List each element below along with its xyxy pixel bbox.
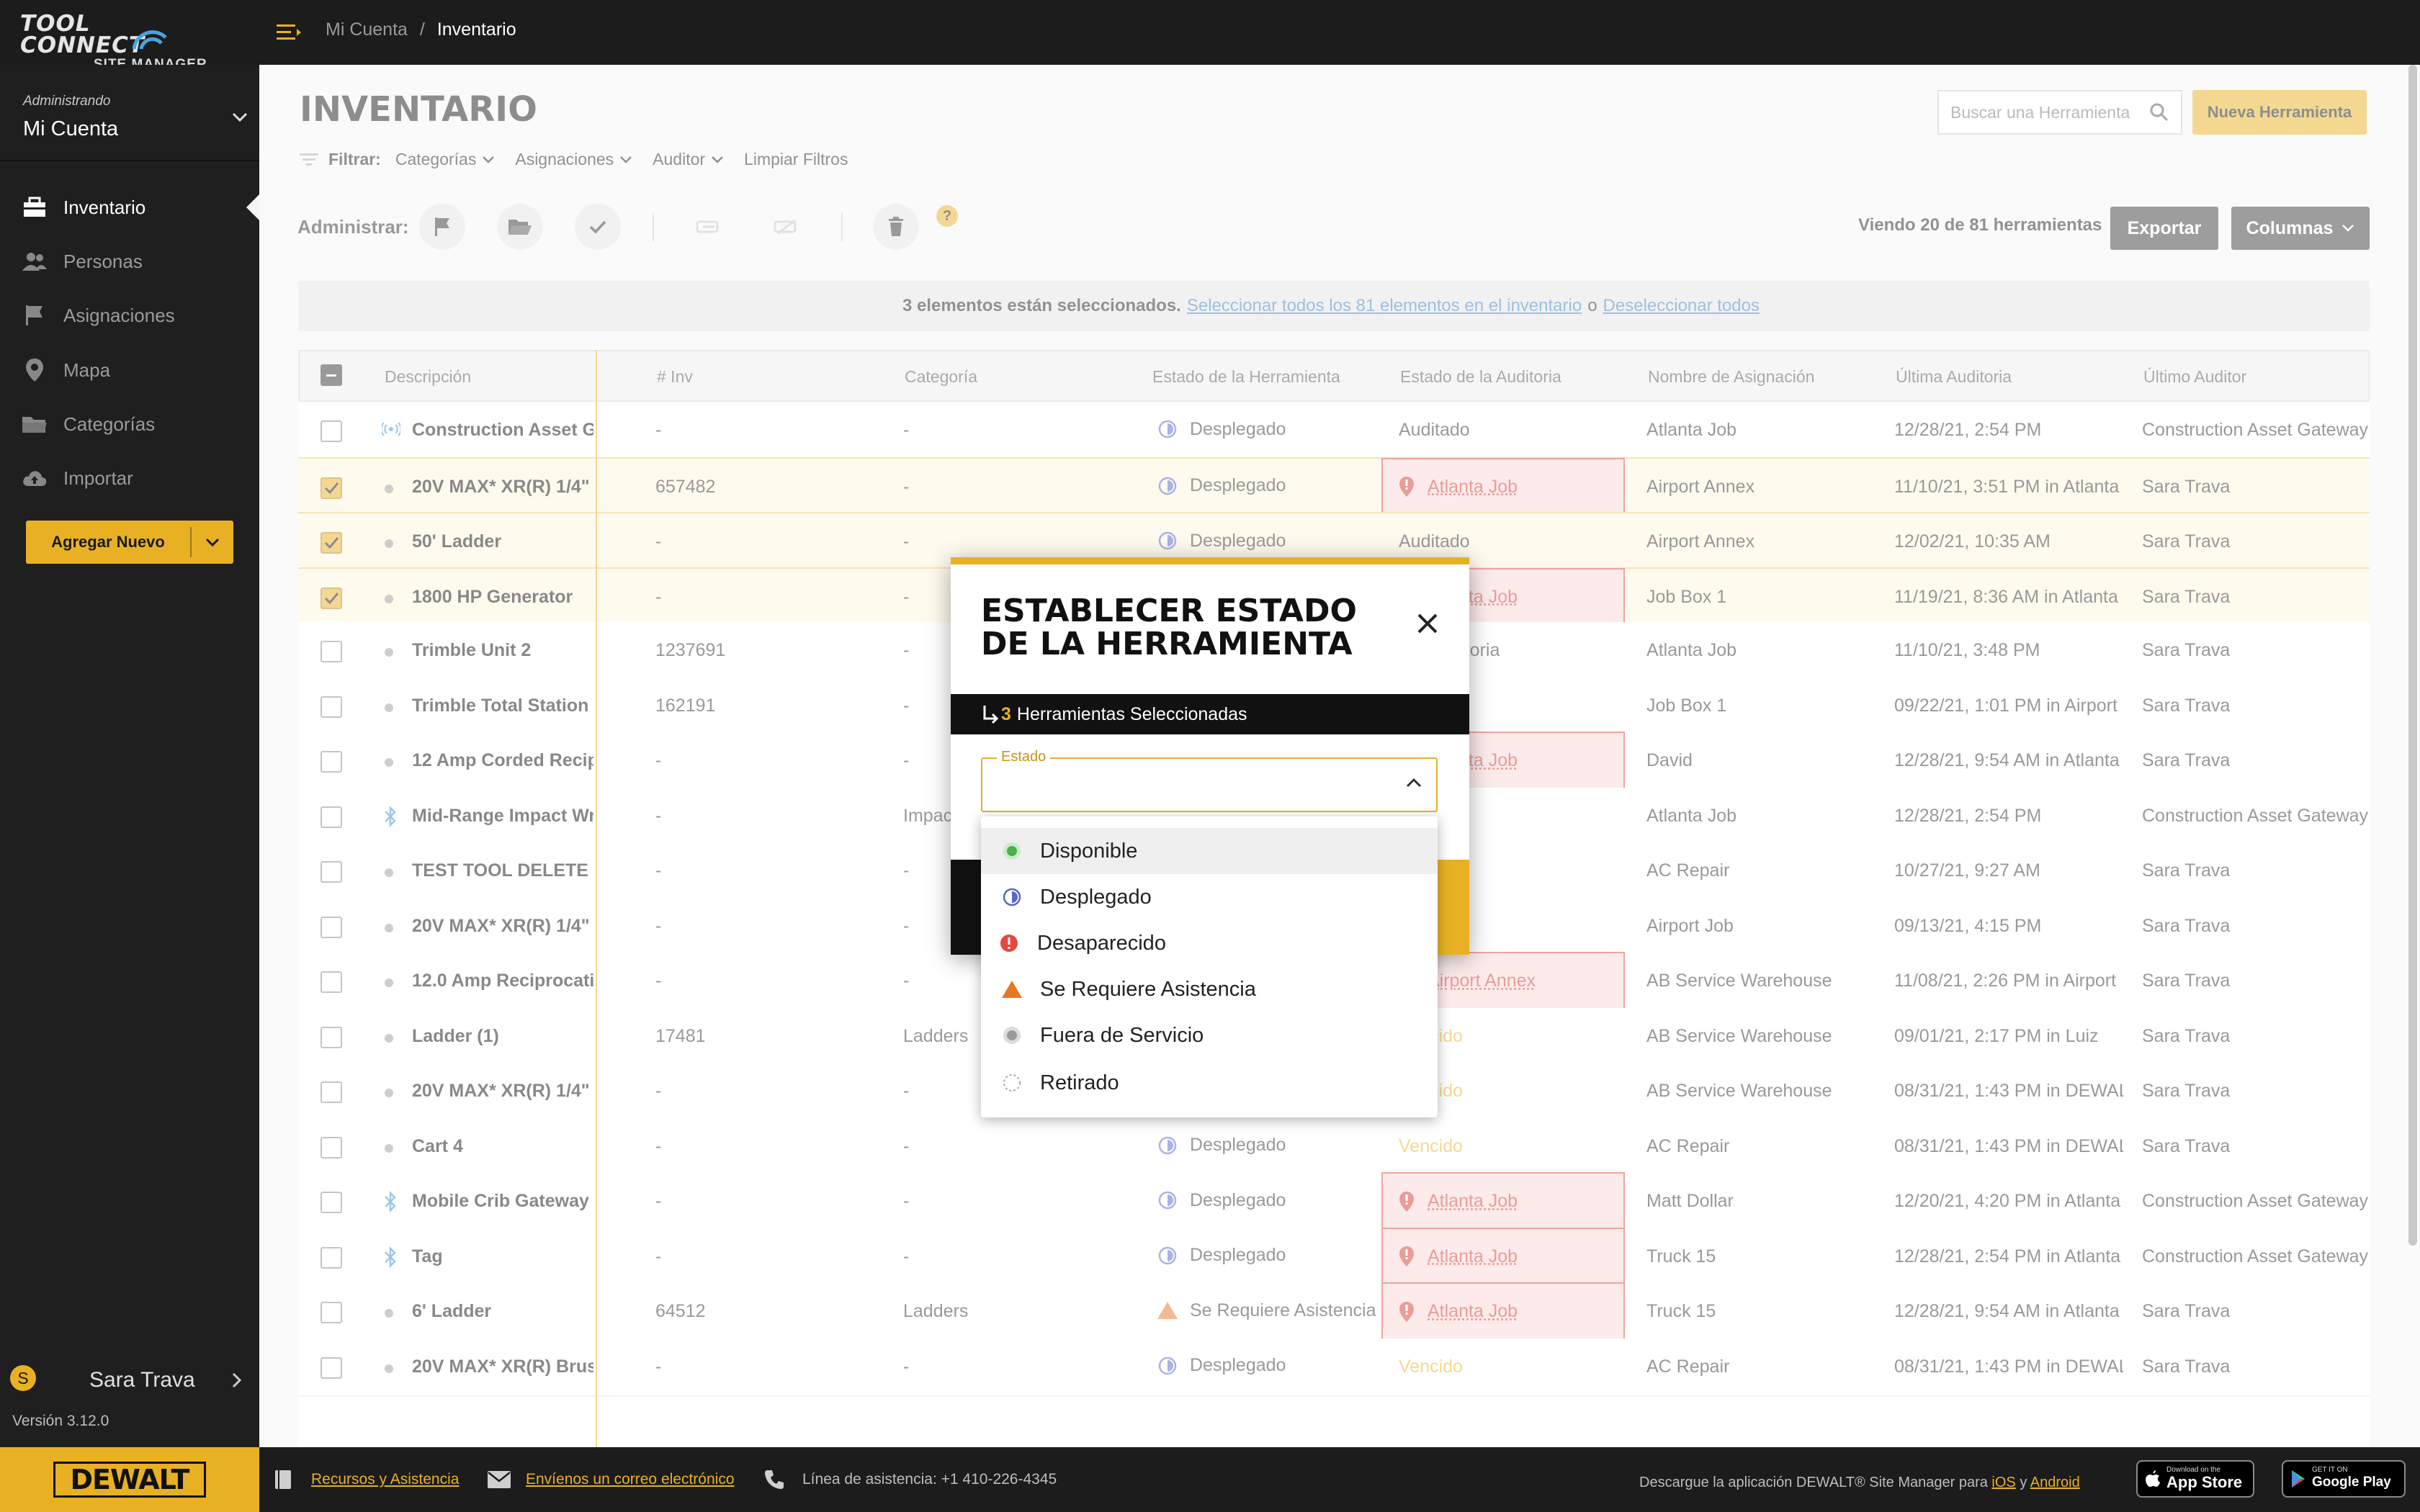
wireless-signal-icon <box>132 30 167 50</box>
option-retirado[interactable]: Retirado <box>981 1060 1438 1106</box>
menu-toggle-icon[interactable] <box>277 23 302 42</box>
sidebar-item-inventario[interactable]: Inventario <box>0 180 259 235</box>
modal-accent-bar <box>951 557 1469 564</box>
cloud-upload-icon <box>22 465 48 491</box>
divider <box>0 160 259 161</box>
version-text: Versión 3.12.0 <box>12 1413 109 1429</box>
dewalt-logo[interactable]: DEWALT <box>53 1462 206 1498</box>
download-app-text: Descargue la aplicación DEWALT® Site Man… <box>1639 1475 2080 1491</box>
deployed-icon <box>1001 886 1023 908</box>
mail-icon <box>487 1470 511 1489</box>
option-label: Desaparecido <box>1037 931 1166 955</box>
app-store-text: App Store <box>2166 1473 2243 1491</box>
close-icon[interactable] <box>1412 608 1443 639</box>
scrollbar[interactable] <box>2408 65 2417 1246</box>
sidebar-item-label: Asignaciones <box>63 304 175 326</box>
option-desaparecido[interactable]: Desaparecido <box>981 920 1438 966</box>
selected-text: Herramientas Seleccionadas <box>1016 703 1247 724</box>
people-icon <box>22 248 48 274</box>
option-label: Fuera de Servicio <box>1040 1023 1204 1047</box>
ios-link[interactable]: iOS <box>1991 1475 2015 1490</box>
google-play-badge[interactable]: GET IT ON Google Play <box>2282 1460 2406 1498</box>
selected-count: 3 <box>1001 703 1011 724</box>
sidebar-item-label: Categorías <box>63 413 156 435</box>
sidebar-item-label: Inventario <box>63 196 146 218</box>
option-label: Disponible <box>1040 839 1138 863</box>
avatar[interactable]: S <box>10 1365 36 1391</box>
return-arrow-icon <box>983 706 999 724</box>
book-icon <box>274 1469 294 1490</box>
option-se-requiere-asistencia[interactable]: Se Requiere Asistencia <box>981 966 1438 1012</box>
tool-connect-logo[interactable]: TOOL CONNECT SITE MANAGER <box>20 11 207 73</box>
account-label: Administrando <box>23 94 111 109</box>
android-link[interactable]: Android <box>2030 1475 2080 1490</box>
hotline-text: Línea de asistencia: +1 410-226-4345 <box>802 1471 1057 1488</box>
chevron-down-icon[interactable] <box>192 538 233 546</box>
option-label: Retirado <box>1040 1071 1119 1094</box>
option-fuera-de-servicio[interactable]: Fuera de Servicio <box>981 1012 1438 1058</box>
breadcrumb-separator: / <box>419 19 425 40</box>
sidebar-item-label: Importar <box>63 467 133 489</box>
status-dropdown-menu: Disponible Desplegado Desaparecido Se Re… <box>981 816 1438 1117</box>
download-app-label: Descargue la aplicación DEWALT® Site Man… <box>1639 1475 1988 1490</box>
sidebar-item-categorias[interactable]: Categorías <box>0 397 259 451</box>
chevron-up-icon[interactable] <box>1406 778 1422 788</box>
breadcrumb-root[interactable]: Mi Cuenta <box>326 19 408 40</box>
sidebar-item-importar[interactable]: Importar <box>0 451 259 505</box>
breadcrumb: Mi Cuenta / Inventario <box>326 19 516 40</box>
status-select-label: Estado <box>997 749 1051 765</box>
resources-link[interactable]: Recursos y Asistencia <box>311 1471 459 1488</box>
logo-line-1: TOOL <box>20 11 91 37</box>
missing-icon <box>998 932 1020 954</box>
flag-icon <box>22 302 48 328</box>
sidebar-item-asignaciones[interactable]: Asignaciones <box>0 288 259 343</box>
folder-icon <box>22 411 48 437</box>
user-name[interactable]: Sara Trava <box>89 1368 195 1392</box>
google-play-small-text: GET IT ON <box>2312 1466 2348 1474</box>
sidebar-item-personas[interactable]: Personas <box>0 234 259 289</box>
add-new-button[interactable]: Agregar Nuevo <box>26 521 233 564</box>
map-pin-icon <box>22 357 48 383</box>
email-link[interactable]: Envíenos un correo electrónico <box>526 1471 735 1488</box>
modal-title: ESTABLECER ESTADO DE LA HERRAMIENTA <box>981 593 1357 662</box>
app-store-badge[interactable]: Download on the App Store <box>2136 1460 2254 1498</box>
breadcrumb-current: Inventario <box>436 19 516 40</box>
option-desplegado[interactable]: Desplegado <box>981 874 1438 920</box>
and-text: y <box>2020 1475 2027 1490</box>
sidebar-item-mapa[interactable]: Mapa <box>0 343 259 397</box>
option-label: Se Requiere Asistencia <box>1040 977 1256 1001</box>
chevron-down-icon[interactable] <box>232 112 248 122</box>
add-new-label: Agregar Nuevo <box>51 533 165 551</box>
status-select[interactable]: Estado <box>981 749 1438 812</box>
sidebar-item-label: Personas <box>63 250 143 272</box>
out-of-service-icon <box>1001 1025 1023 1046</box>
available-icon <box>1001 840 1023 862</box>
play-icon <box>2290 1470 2306 1488</box>
option-label: Desplegado <box>1040 885 1152 909</box>
logo-line-2: CONNECT <box>20 32 145 58</box>
chevron-right-icon[interactable] <box>232 1372 242 1388</box>
phone-icon <box>763 1469 785 1490</box>
sidebar-item-label: Mapa <box>63 359 111 381</box>
inventory-icon <box>22 194 48 220</box>
google-play-text: Google Play <box>2312 1475 2391 1490</box>
option-disponible[interactable]: Disponible <box>981 828 1438 874</box>
selected-tools-bar: 3 Herramientas Seleccionadas <box>951 694 1469 734</box>
retired-icon <box>1001 1072 1023 1094</box>
apple-icon <box>2145 1470 2161 1488</box>
active-notch <box>246 194 259 220</box>
warning-triangle-icon <box>1001 978 1023 1000</box>
account-name[interactable]: Mi Cuenta <box>23 117 118 141</box>
